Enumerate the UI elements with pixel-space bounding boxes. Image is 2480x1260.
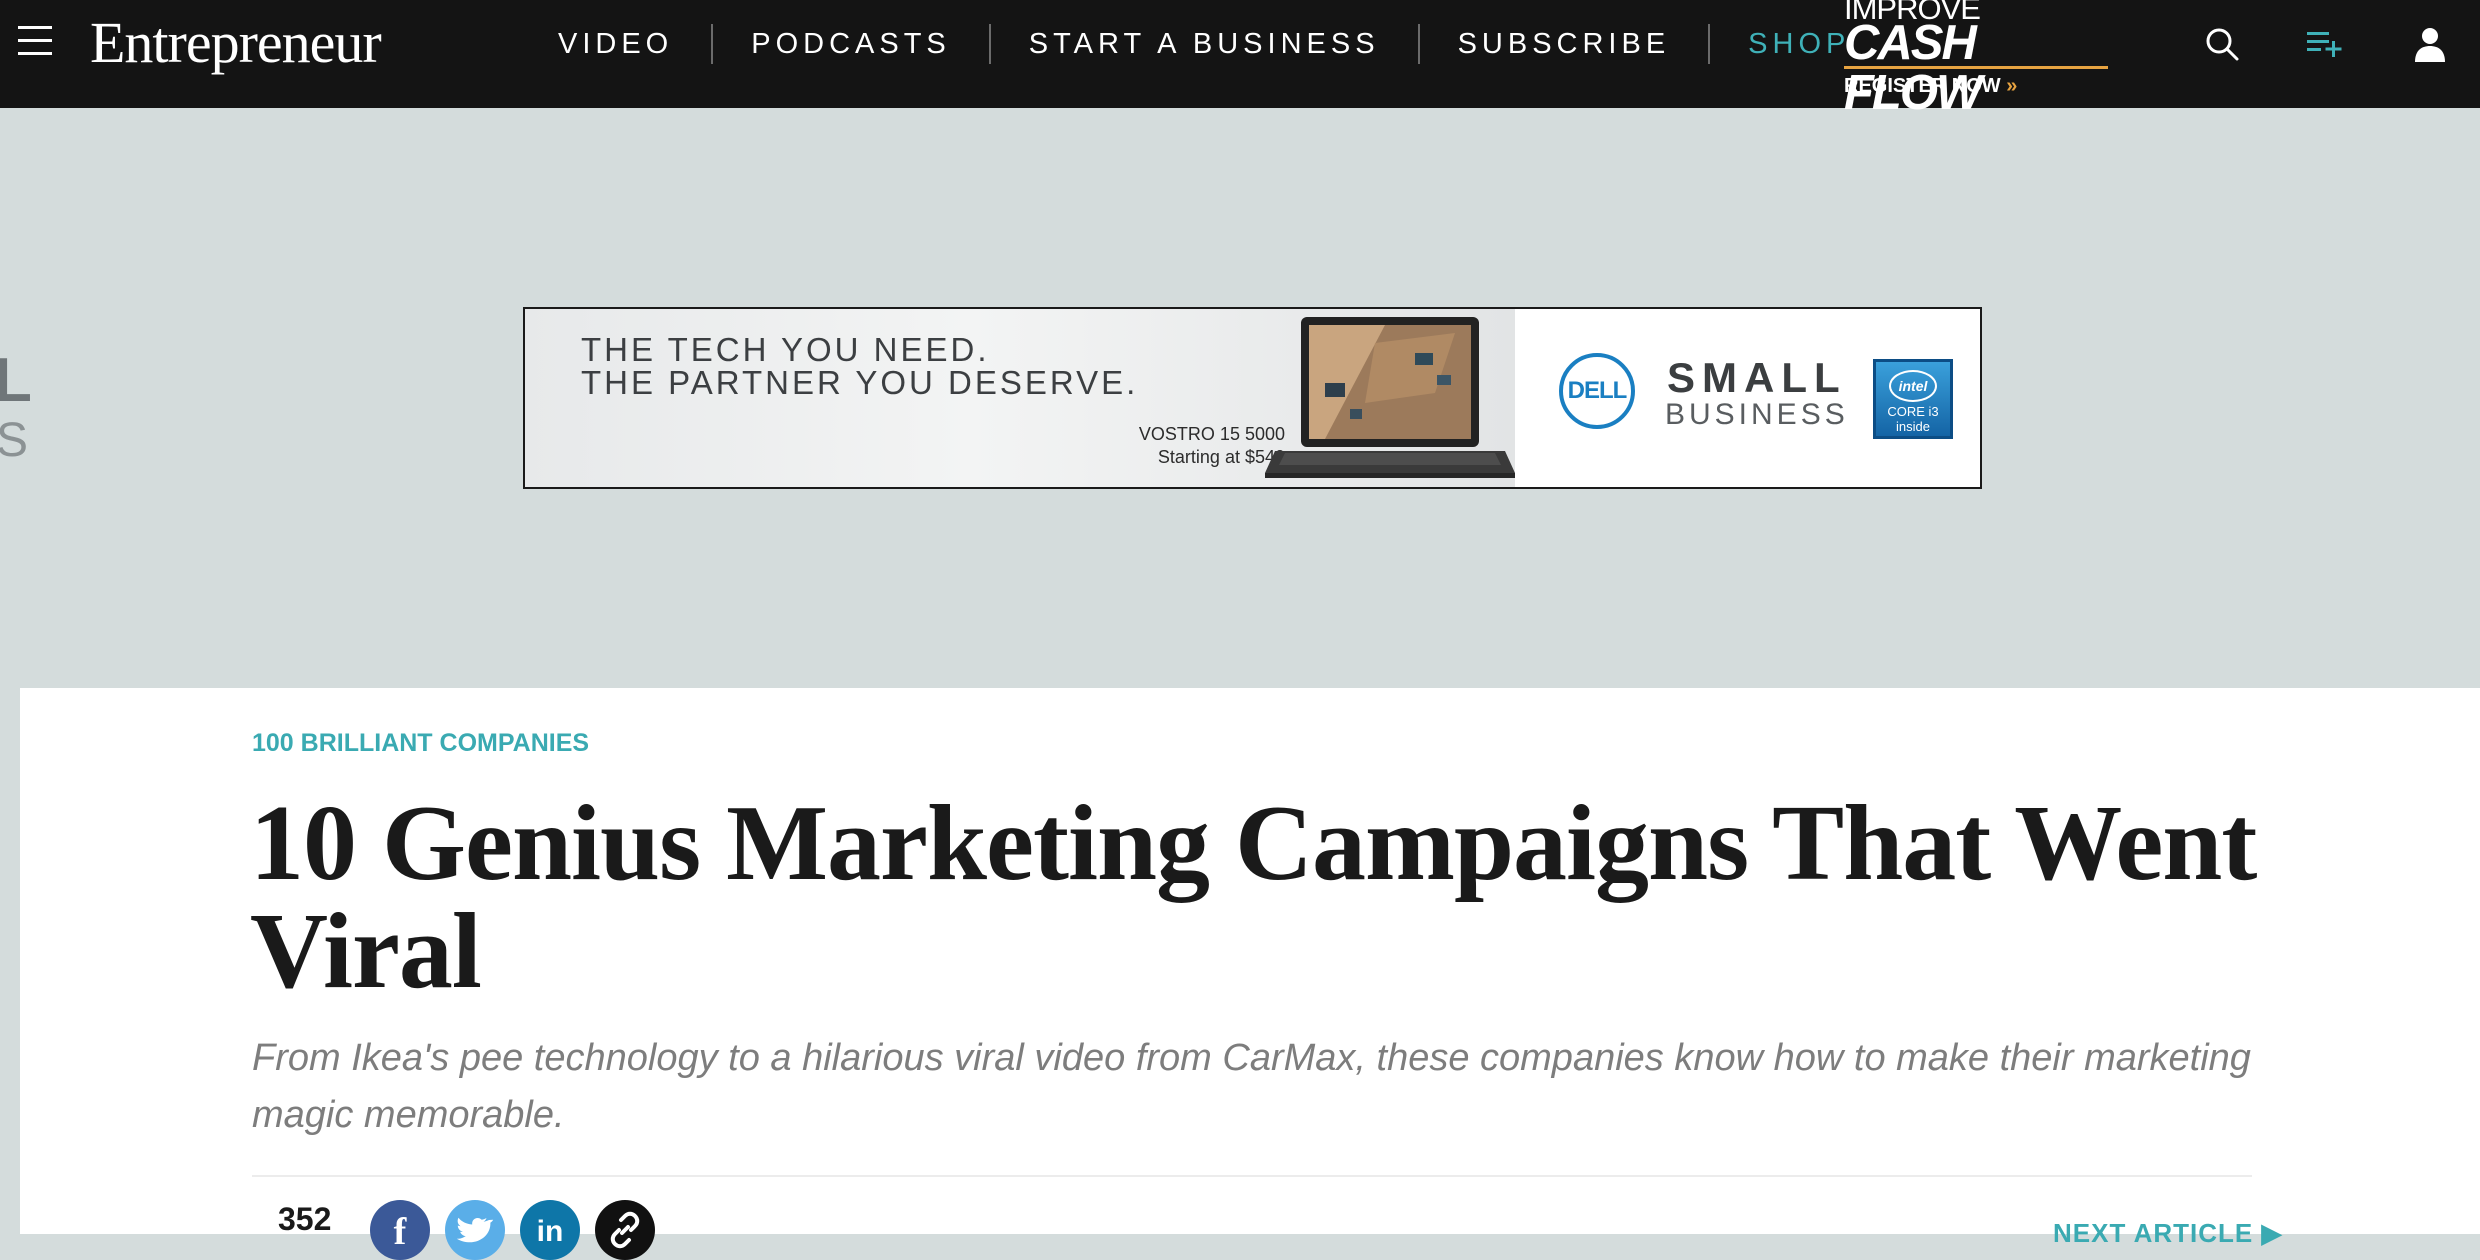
small-business-line1: SMALL: [1667, 354, 1847, 401]
ad-right-panel: DELL SMALL BUSINESS intel CORE i3 inside: [1515, 309, 1980, 487]
intel-badge-line1: CORE i3: [1887, 404, 1939, 419]
ad-headline-line2: THE PARTNER YOU DESERVE.: [581, 364, 1139, 401]
article-headline: 10 Genius Marketing Campaigns That Went …: [250, 784, 2257, 1011]
site-logo[interactable]: Entrepreneur: [90, 8, 382, 78]
ad-product-name: VOSTRO 15 5000: [1138, 424, 1285, 444]
laptop-image: [1265, 317, 1515, 478]
playlist-add-icon[interactable]: [2304, 24, 2344, 64]
share-count: 352: [278, 1201, 332, 1237]
main-nav: VIDEO PODCASTS START A BUSINESS SUBSCRIB…: [520, 22, 1888, 66]
next-article-link[interactable]: NEXT ARTICLE ▶: [2053, 1218, 2283, 1248]
dell-logo: DELL: [1559, 353, 1635, 429]
ad-headline: THE TECH YOU NEED. THE PARTNER YOU DESER…: [581, 333, 1138, 399]
linkedin-icon: in: [536, 1215, 564, 1248]
ad-left-panel: THE TECH YOU NEED. THE PARTNER YOU DESER…: [525, 309, 1515, 487]
linkedin-share-button[interactable]: in: [520, 1200, 580, 1260]
small-business-logo: SMALL BUSINESS: [1665, 357, 1849, 431]
promo-cta-label: REGISTER NOW: [1844, 75, 2001, 97]
divider: [252, 1175, 2252, 1177]
search-icon[interactable]: [2202, 24, 2242, 64]
small-business-line2: BUSINESS: [1665, 398, 1849, 431]
user-icon[interactable]: [2410, 24, 2450, 64]
cash-flow-promo[interactable]: IMPROVE CASH FLOW REGISTER NOW »: [1844, 0, 2114, 118]
link-icon: [610, 1211, 640, 1249]
play-right-icon: ▶: [2261, 1218, 2283, 1248]
next-article-label: NEXT ARTICLE: [2053, 1218, 2254, 1248]
article-header: 100 BRILLIANT COMPANIES 10 Genius Market…: [20, 688, 2480, 1260]
top-navbar: Entrepreneur VIDEO PODCASTS START A BUSI…: [0, 0, 2480, 118]
ad-product-price: Starting at $549: [1157, 447, 1285, 467]
article-dek: From Ikea's pee technology to a hilariou…: [252, 1037, 2251, 1136]
intel-core-i3-badge: intel CORE i3 inside: [1873, 359, 1953, 439]
intel-logo: intel: [1889, 370, 1937, 402]
nav-link-video[interactable]: VIDEO: [520, 24, 711, 64]
twitter-icon: [456, 1217, 494, 1243]
ad-product-info: VOSTRO 15 5000 Starting at $549: [1085, 423, 1285, 469]
intel-badge-line2: inside: [1896, 419, 1930, 434]
side-ad-letter: L: [0, 346, 32, 415]
menu-icon[interactable]: [18, 26, 52, 56]
article-category-link[interactable]: 100 BRILLIANT COMPANIES: [252, 728, 589, 758]
side-ad-letter-small: S: [0, 414, 29, 467]
copy-link-button[interactable]: [595, 1200, 655, 1260]
nav-link-podcasts[interactable]: PODCASTS: [711, 24, 989, 64]
promo-register-link[interactable]: REGISTER NOW »: [1844, 74, 2017, 98]
nav-link-subscribe[interactable]: SUBSCRIBE: [1417, 24, 1709, 64]
ad-headline-line1: THE TECH YOU NEED.: [581, 331, 990, 368]
twitter-share-button[interactable]: [445, 1200, 505, 1260]
promo-underline: [1844, 66, 2108, 69]
facebook-share-button[interactable]: f: [370, 1200, 430, 1260]
nav-link-start-a-business[interactable]: START A BUSINESS: [988, 24, 1418, 64]
dell-ad-banner[interactable]: THE TECH YOU NEED. THE PARTNER YOU DESER…: [523, 307, 1982, 489]
double-chevron-right-icon: »: [2006, 75, 2018, 97]
facebook-icon: f: [393, 1211, 407, 1253]
